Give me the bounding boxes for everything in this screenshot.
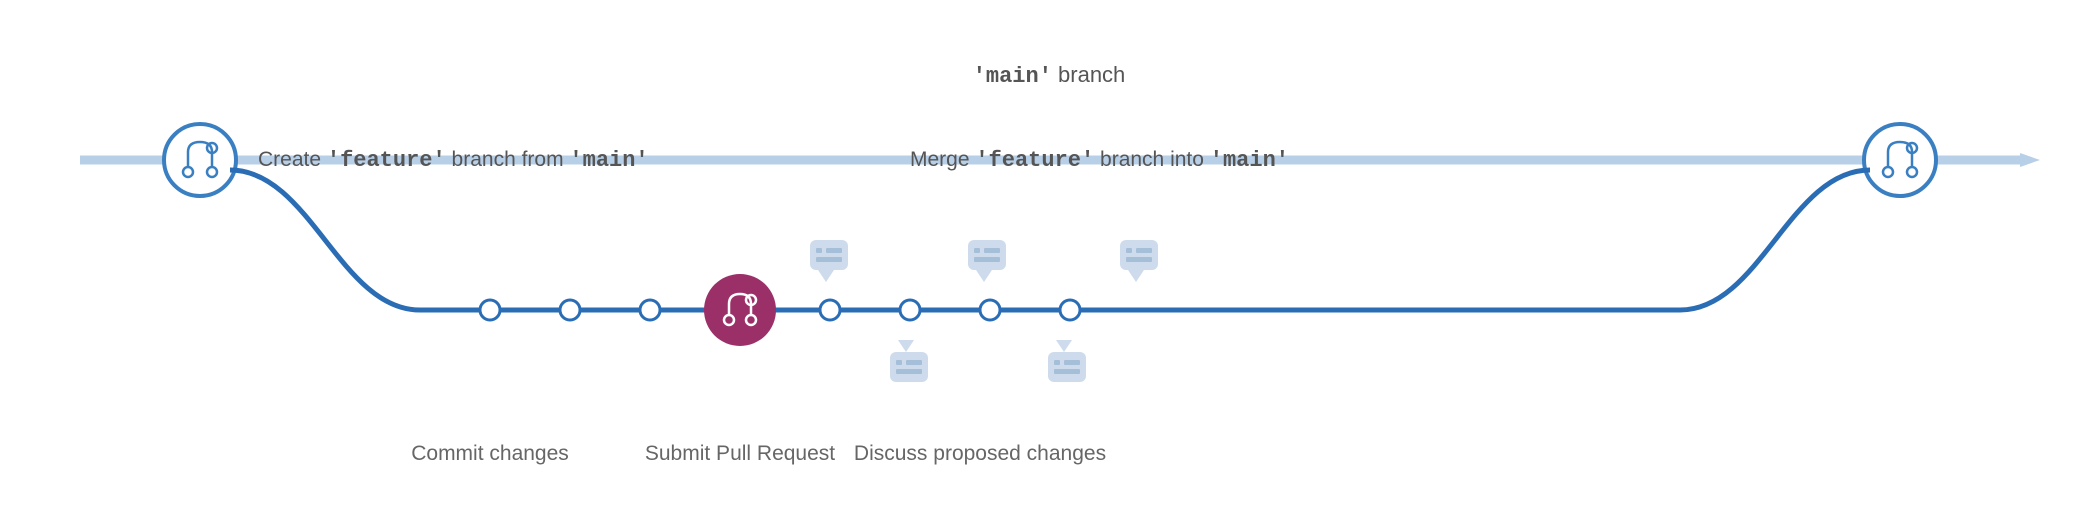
commit-node-2: [560, 300, 580, 320]
commit-node-1: [480, 300, 500, 320]
discuss-text: Discuss proposed changes: [854, 442, 1106, 465]
commit-node-3: [640, 300, 660, 320]
comment-bubble-2: [890, 340, 928, 382]
diagram-container: 'main' branch Create 'feature' branch fr…: [0, 0, 2098, 528]
create-branch-text: Create 'feature' branch from 'main': [258, 148, 649, 171]
commit-text: Commit changes: [411, 442, 569, 465]
commit-changes-label: Commit changes: [411, 442, 569, 466]
commit-node-7: [1060, 300, 1080, 320]
comment-bubble-5: [1120, 240, 1158, 282]
commit-node-4: [820, 300, 840, 320]
main-code-2: 'main': [1210, 148, 1289, 173]
pr-text: Submit Pull Request: [645, 442, 835, 465]
merge-branch-label: Merge 'feature' branch into 'main': [910, 148, 1289, 173]
main-branch-text: 'main' branch: [973, 62, 1126, 87]
main-branch-label: 'main' branch: [973, 62, 1126, 89]
comment-bubble-1: [810, 240, 848, 282]
feature-branch-line: [230, 170, 1870, 310]
discuss-label: Discuss proposed changes: [854, 442, 1106, 466]
feature-code-2: 'feature': [975, 148, 1094, 173]
merge-branch-text: Merge 'feature' branch into 'main': [910, 148, 1289, 171]
comment-bubble-3: [968, 240, 1006, 282]
comment-bubble-4: [1048, 340, 1086, 382]
main-branch-arrow: [2020, 153, 2040, 167]
pr-node: [704, 274, 776, 346]
commit-node-6: [980, 300, 1000, 320]
feature-code-1: 'feature': [327, 148, 446, 173]
left-branch-node: [164, 124, 236, 196]
pr-label: Submit Pull Request: [645, 442, 835, 466]
main-code-1: 'main': [569, 148, 648, 173]
right-branch-node: [1864, 124, 1936, 196]
create-branch-label: Create 'feature' branch from 'main': [258, 148, 649, 173]
commit-node-5: [900, 300, 920, 320]
